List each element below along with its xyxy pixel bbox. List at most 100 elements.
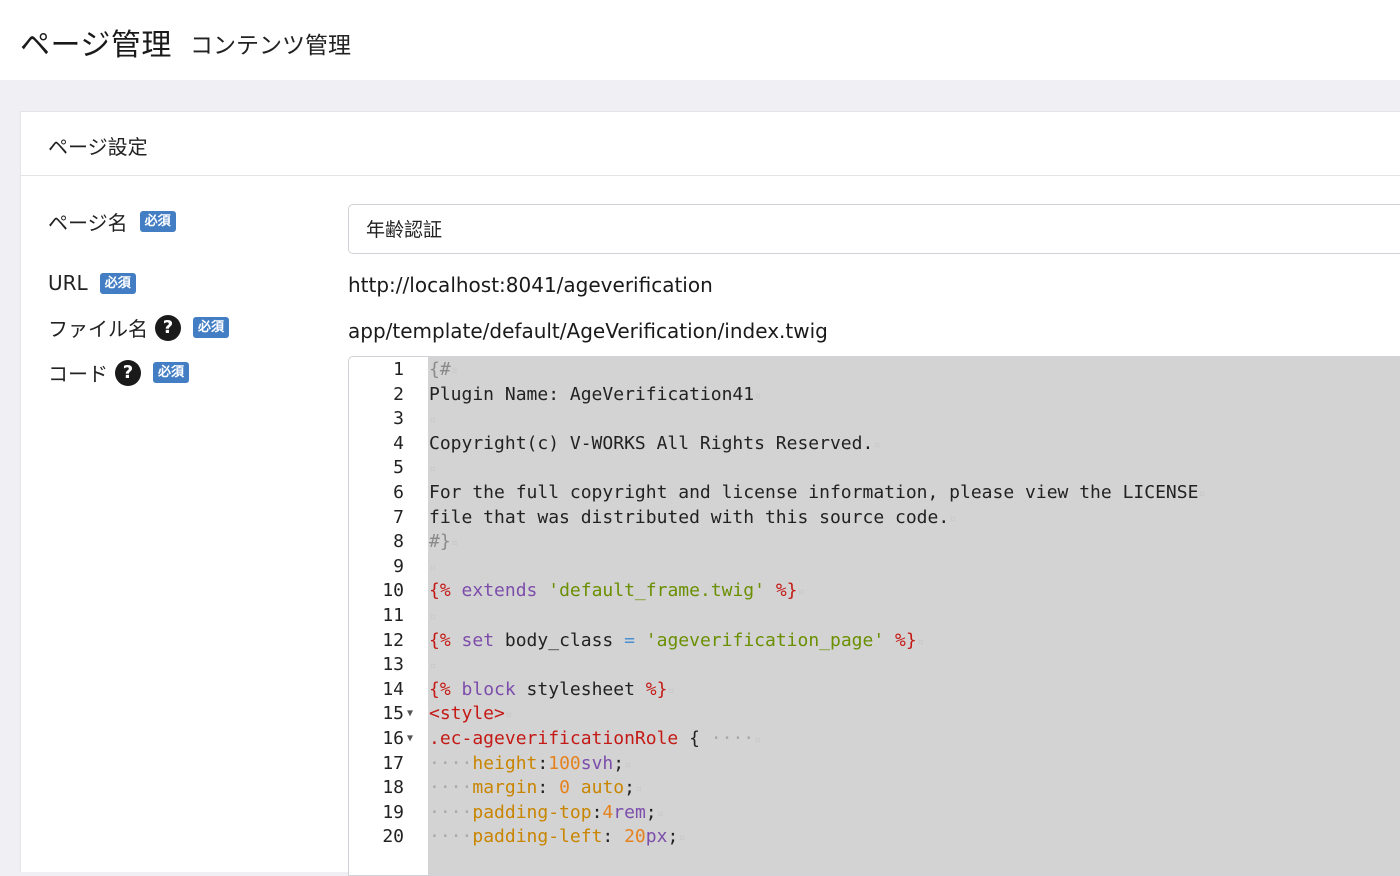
code-text: {% extends 'default_frame.twig' %}¤ <box>429 579 805 605</box>
code-text: ¤ <box>429 555 436 581</box>
code-token: 100 <box>548 752 581 774</box>
page-name-field[interactable] <box>348 204 1400 254</box>
code-token: {# <box>429 359 451 380</box>
card-header: ページ設定 <box>21 112 1400 176</box>
line-number: 9 <box>393 555 404 577</box>
required-badge: 必須 <box>153 362 190 383</box>
code-label: コード ? 必須 <box>48 358 190 387</box>
end-of-line-icon: ¤ <box>656 806 664 821</box>
code-token: #} <box>429 531 451 553</box>
code-line[interactable]: 20 ····padding-left: 20px;¤ <box>349 825 1400 850</box>
code-token: body_class <box>494 629 625 651</box>
code-editor[interactable]: 1 {#¤ 2 Plugin Name: AgeVerification41¤ 3 ¤ 4 C… <box>348 356 1400 876</box>
file-name-label: ファイル名 ? 必須 <box>48 313 230 342</box>
code-token: Plugin Name: AgeVerification41 <box>429 383 755 405</box>
code-line[interactable]: 5 ¤ <box>349 456 1400 481</box>
code-line[interactable]: 12 {% set body_class = 'ageverification_p… <box>349 629 1400 654</box>
end-of-line-icon: ¤ <box>429 462 437 477</box>
code-text: Copyright(c) V-WORKS All Rights Reserved… <box>429 432 881 458</box>
end-of-line-icon: ¤ <box>754 388 762 403</box>
code-line[interactable]: 18 ····margin: 0 auto;¤ <box>349 776 1400 801</box>
code-token: %} <box>645 678 668 700</box>
code-token: ; <box>667 826 679 848</box>
end-of-line-icon: ¤ <box>949 511 957 526</box>
code-label-text: コード <box>48 362 108 386</box>
code-token: %} <box>775 580 798 602</box>
code-line[interactable]: 10 {% extends 'default_frame.twig' %}¤ <box>349 579 1400 604</box>
code-line[interactable]: 3 ¤ <box>349 407 1400 432</box>
line-number: 6 <box>393 482 404 503</box>
code-token: : <box>537 752 549 774</box>
page-name-label-text: ページ名 <box>48 211 128 235</box>
code-line[interactable]: 4 Copyright(c) V-WORKS All Rights Reserve… <box>349 432 1400 457</box>
code-line[interactable]: 14 {% block stylesheet %}¤ <box>349 678 1400 703</box>
code-token: <style> <box>429 703 505 725</box>
code-line[interactable]: 13 ¤ <box>349 653 1400 678</box>
help-icon[interactable]: ? <box>155 314 181 341</box>
code-text: ¤ <box>429 456 436 482</box>
code-line[interactable]: 19 ····padding-top:4rem;¤ <box>349 801 1400 826</box>
code-line[interactable]: 7 file that was distributed with this sou… <box>349 506 1400 531</box>
code-token: ···· <box>429 801 473 823</box>
code-token: stylesheet <box>515 678 646 700</box>
page-name-label: ページ名 必須 <box>48 207 176 236</box>
end-of-line-icon: ¤ <box>667 683 675 698</box>
code-token: ···· <box>699 728 755 749</box>
code-line[interactable]: 11 ¤ <box>349 604 1400 629</box>
code-token: extends <box>461 580 538 602</box>
code-line[interactable]: 9 ¤ <box>349 555 1400 580</box>
code-token: 0 <box>559 777 570 799</box>
code-token: For the full copyright and license infor… <box>429 482 1199 503</box>
code-token: {% <box>429 678 451 700</box>
page-settings-card: ページ設定 ページ名 必須 URL 必須 http://localhost:80… <box>20 111 1400 876</box>
end-of-line-icon: ¤ <box>634 782 643 797</box>
code-token: {% <box>429 629 451 651</box>
end-of-line-icon: ¤ <box>1198 487 1206 501</box>
code-text: ····margin: 0 auto;¤ <box>429 776 642 802</box>
code-token: padding-top <box>472 801 592 823</box>
code-token: %} <box>895 629 917 651</box>
code-line[interactable]: 17 ····height:100svh;¤ <box>349 752 1400 777</box>
end-of-line-icon: ¤ <box>429 560 437 575</box>
code-token: block <box>461 678 516 700</box>
line-number: 20 <box>382 826 404 848</box>
fold-arrow-icon[interactable]: ▼ <box>407 727 413 752</box>
code-line[interactable]: 8 #}¤ <box>349 530 1400 555</box>
page-name-input[interactable] <box>366 217 1266 239</box>
line-number: 16 <box>382 728 404 749</box>
code-text: {% block stylesheet %}¤ <box>429 678 675 704</box>
code-text: Plugin Name: AgeVerification41¤ <box>429 383 761 409</box>
code-token: = <box>624 629 635 651</box>
code-text: For the full copyright and license infor… <box>429 481 1206 507</box>
code-line[interactable]: 16 ▼ .ec-ageverificationRole { ····¤ <box>349 727 1400 752</box>
code-text: file that was distributed with this sour… <box>429 506 956 532</box>
code-token: .ec-ageverificationRole <box>429 728 679 749</box>
code-line[interactable]: 6 For the full copyright and license info… <box>349 481 1400 506</box>
code-token: rem <box>613 801 646 823</box>
url-label: URL 必須 <box>48 271 136 295</box>
code-token: : <box>537 777 560 799</box>
code-text: ····height:100svh;¤ <box>429 752 631 778</box>
line-number: 13 <box>382 654 404 676</box>
help-icon[interactable]: ? <box>115 359 141 386</box>
code-token: ; <box>613 752 625 774</box>
code-line[interactable]: 1 {#¤ <box>349 358 1400 383</box>
card-title: ページ設定 <box>48 135 148 159</box>
code-line[interactable]: 15 ▼ <style>¤ <box>349 702 1400 727</box>
line-number: 3 <box>393 408 404 430</box>
code-token: height <box>472 752 538 774</box>
end-of-line-icon: ¤ <box>450 364 458 378</box>
code-token: 'default_frame.twig' <box>548 580 765 602</box>
line-number: 11 <box>382 605 404 626</box>
line-number: 19 <box>382 801 404 823</box>
code-text: ¤ <box>429 604 436 630</box>
line-number: 14 <box>382 678 404 700</box>
fold-arrow-icon[interactable]: ▼ <box>407 702 413 727</box>
code-line[interactable]: 2 Plugin Name: AgeVerification41¤ <box>349 383 1400 408</box>
